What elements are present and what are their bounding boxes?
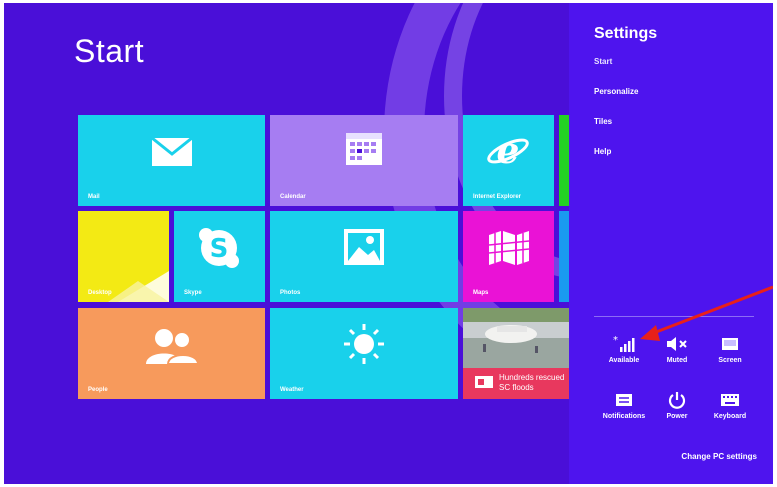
- people-icon: [144, 328, 200, 364]
- tile-people[interactable]: People: [78, 308, 265, 399]
- keyboard-button[interactable]: Keyboard: [701, 389, 759, 420]
- charm-title: Settings: [594, 25, 658, 42]
- photos-icon: [342, 227, 386, 267]
- tile-weather[interactable]: Weather: [270, 308, 458, 399]
- tile-maps[interactable]: Maps: [463, 211, 554, 302]
- tile-news[interactable]: Hundreds rescued SC floods: [463, 308, 569, 399]
- tile-label: Maps: [473, 290, 489, 296]
- menu-item-personalize[interactable]: Personalize: [594, 87, 638, 96]
- change-pc-settings-link[interactable]: Change PC settings: [681, 452, 757, 461]
- tile-label: Internet Explorer: [473, 194, 522, 200]
- charm-subtitle: Start: [594, 57, 613, 66]
- keyboard-label: Keyboard: [713, 413, 747, 420]
- svg-text:e: e: [497, 130, 520, 172]
- tile-label: Mail: [88, 194, 100, 200]
- tile-partial-blue[interactable]: [559, 211, 569, 302]
- tile-partial-green[interactable]: [559, 115, 569, 206]
- keyboard-icon: [701, 389, 759, 411]
- tile-desktop[interactable]: Desktop: [78, 211, 169, 302]
- network-label: Available: [608, 357, 640, 364]
- volume-muted-icon: [648, 333, 706, 355]
- screen-button[interactable]: Screen: [701, 333, 759, 364]
- charm-divider: [594, 316, 754, 317]
- tile-label: Skype: [184, 290, 202, 296]
- power-label: Power: [666, 413, 688, 420]
- tile-label: Desktop: [88, 290, 112, 296]
- menu-item-help[interactable]: Help: [594, 147, 611, 156]
- start-title: Start: [74, 33, 145, 69]
- desktop-wallpaper-icon: [108, 271, 169, 302]
- tile-label: People: [88, 387, 108, 393]
- sun-icon: [342, 322, 386, 366]
- tile-label: Weather: [280, 387, 304, 393]
- volume-button[interactable]: Muted: [648, 333, 706, 364]
- volume-label: Muted: [666, 357, 688, 364]
- notifications-label: Notifications: [602, 413, 646, 420]
- network-signal-icon: *: [595, 333, 653, 355]
- menu-item-tiles[interactable]: Tiles: [594, 117, 612, 126]
- tile-label: Calendar: [280, 194, 306, 200]
- notifications-button[interactable]: Notifications: [595, 389, 653, 420]
- tile-label: Photos: [280, 290, 301, 296]
- screen-label: Screen: [718, 357, 742, 364]
- notifications-icon: [595, 389, 653, 411]
- calendar-icon: [344, 131, 384, 167]
- maps-icon: [487, 229, 531, 267]
- news-photo: [463, 308, 569, 368]
- tile-internet-explorer[interactable]: e Internet Explorer: [463, 115, 554, 206]
- svg-text:*: *: [613, 335, 618, 346]
- settings-charm: Settings Start Personalize Tiles Help * …: [569, 3, 773, 484]
- internet-explorer-icon: e: [485, 130, 531, 172]
- screen-brightness-icon: [701, 333, 759, 355]
- news-headline: Hundreds rescued SC floods: [499, 373, 565, 392]
- skype-icon: S: [198, 227, 240, 269]
- power-button[interactable]: Power: [648, 389, 706, 420]
- tile-mail[interactable]: Mail: [78, 115, 265, 206]
- tile-photos[interactable]: Photos: [270, 211, 458, 302]
- tile-skype[interactable]: S Skype: [174, 211, 265, 302]
- news-icon: [475, 376, 493, 388]
- start-screen: Start Mail Calendar e Internet Explorer …: [4, 3, 773, 484]
- tile-calendar[interactable]: Calendar: [270, 115, 458, 206]
- power-icon: [648, 389, 706, 411]
- network-button[interactable]: * Available: [595, 333, 653, 364]
- mail-icon: [151, 137, 193, 167]
- svg-text:S: S: [210, 234, 229, 264]
